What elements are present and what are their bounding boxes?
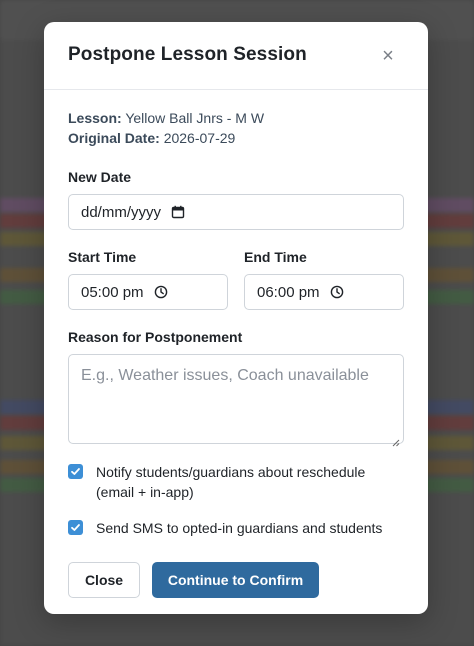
postpone-lesson-modal: Postpone Lesson Session × Lesson: Yellow…: [44, 22, 428, 614]
reason-group: Reason for Postponement E.g., Weather is…: [68, 329, 404, 447]
checkmark-icon: [71, 468, 80, 475]
modal-header: Postpone Lesson Session ×: [44, 22, 428, 90]
new-date-group: New Date dd/mm/yyyy: [68, 169, 404, 230]
notify-label: Notify students/guardians about reschedu…: [96, 464, 366, 500]
lesson-key: Lesson:: [68, 110, 122, 126]
new-date-label: New Date: [68, 169, 132, 185]
notify-option: Notify students/guardians about reschedu…: [68, 462, 404, 502]
end-time-value: 06:00 pm: [257, 283, 320, 301]
new-date-value: dd/mm/yyyy: [81, 203, 162, 221]
start-time-input[interactable]: 05:00 pm: [68, 274, 228, 310]
close-icon[interactable]: ×: [378, 46, 398, 66]
start-time-group: Start Time 05:00 pm: [68, 249, 228, 310]
lesson-info: Lesson: Yellow Ball Jnrs - M W Original …: [68, 108, 404, 148]
close-button[interactable]: Close: [68, 562, 140, 598]
continue-to-confirm-button[interactable]: Continue to Confirm: [152, 562, 319, 598]
end-time-input[interactable]: 06:00 pm: [244, 274, 404, 310]
original-date-value: 2026-07-29: [163, 130, 236, 146]
clock-icon[interactable]: [154, 285, 168, 299]
time-row: Start Time 05:00 pm End Time 06:00 pm: [68, 249, 404, 310]
start-time-label: Start Time: [68, 249, 137, 265]
modal-title: Postpone Lesson Session: [68, 44, 307, 65]
end-time-group: End Time 06:00 pm: [244, 249, 404, 310]
start-time-value: 05:00 pm: [81, 283, 144, 301]
sms-label: Send SMS to opted-in guardians and stude…: [96, 520, 383, 536]
original-date-key: Original Date:: [68, 130, 160, 146]
modal-body: Lesson: Yellow Ball Jnrs - M W Original …: [68, 108, 404, 598]
reason-textarea[interactable]: E.g., Weather issues, Coach unavailable: [68, 354, 404, 447]
original-date-line: Original Date: 2026-07-29: [68, 128, 404, 148]
modal-footer: Close Continue to Confirm: [68, 562, 404, 598]
resize-handle-icon[interactable]: [392, 432, 400, 447]
new-date-input[interactable]: dd/mm/yyyy: [68, 194, 404, 230]
reason-placeholder: E.g., Weather issues, Coach unavailable: [81, 367, 369, 384]
reason-label: Reason for Postponement: [68, 329, 243, 345]
sms-checkbox[interactable]: [68, 520, 83, 535]
checkmark-icon: [71, 524, 80, 531]
lesson-line: Lesson: Yellow Ball Jnrs - M W: [68, 108, 404, 128]
sms-option: Send SMS to opted-in guardians and stude…: [68, 518, 404, 538]
end-time-label: End Time: [244, 249, 307, 265]
clock-icon[interactable]: [330, 285, 344, 299]
lesson-value: Yellow Ball Jnrs - M W: [125, 110, 265, 126]
notify-checkbox[interactable]: [68, 464, 83, 479]
calendar-icon[interactable]: [171, 205, 185, 219]
